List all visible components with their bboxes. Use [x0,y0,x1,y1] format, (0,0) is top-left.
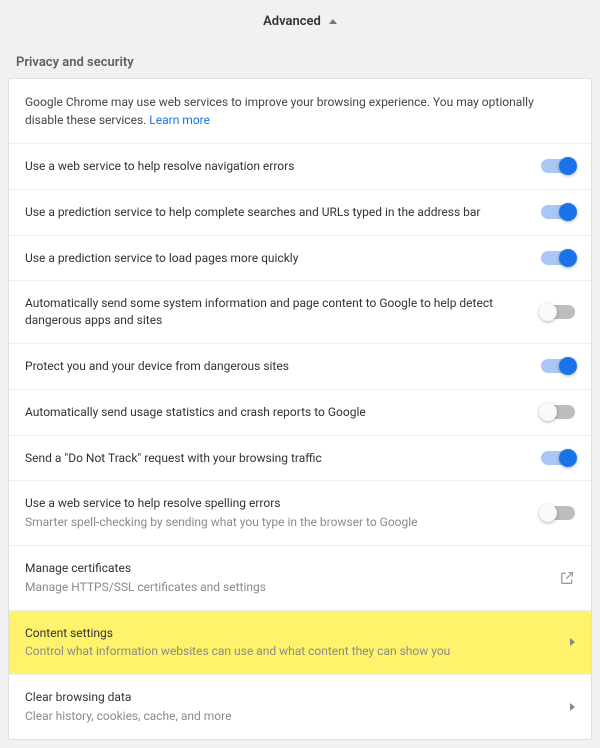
intro-text: Google Chrome may use web services to im… [9,79,591,143]
toggle-switch[interactable] [541,205,575,219]
chevron-right-icon [570,638,575,646]
chevron-right-icon [570,703,575,711]
row-label: Automatically send usage statistics and … [25,404,529,421]
toggle-switch[interactable] [541,251,575,265]
external-link-icon [559,570,575,586]
row-label: Protect you and your device from dangero… [25,358,529,375]
toggle-switch[interactable] [541,305,575,319]
toggle-switch[interactable] [541,506,575,520]
row-label: Manage certificatesManage HTTPS/SSL cert… [25,560,547,596]
toggle-switch[interactable] [541,405,575,419]
settings-row: Use a prediction service to help complet… [9,189,591,235]
privacy-card: Google Chrome may use web services to im… [8,78,592,740]
settings-row[interactable]: Clear browsing dataClear history, cookie… [9,674,591,739]
row-sublabel: Smarter spell-checking by sending what y… [25,514,529,531]
advanced-title: Advanced [263,14,321,29]
settings-row: Protect you and your device from dangero… [9,343,591,389]
toggle-switch[interactable] [541,359,575,373]
intro-body: Google Chrome may use web services to im… [25,95,534,127]
chevron-up-icon [329,19,337,24]
row-sublabel: Control what information websites can us… [25,643,558,660]
settings-row: Automatically send some system informati… [9,280,591,343]
row-label: Use a prediction service to load pages m… [25,250,529,267]
toggle-switch[interactable] [541,451,575,465]
settings-row: Send a "Do Not Track" request with your … [9,435,591,481]
row-label: Clear browsing dataClear history, cookie… [25,689,558,725]
row-label: Use a prediction service to help complet… [25,204,529,221]
row-label: Automatically send some system informati… [25,295,529,329]
row-sublabel: Manage HTTPS/SSL certificates and settin… [25,579,547,596]
toggle-switch[interactable] [541,159,575,173]
settings-row[interactable]: Manage certificatesManage HTTPS/SSL cert… [9,545,591,610]
section-title: Privacy and security [0,43,600,78]
settings-row: Use a prediction service to load pages m… [9,235,591,281]
settings-row: Use a web service to help resolve naviga… [9,143,591,189]
row-label: Use a web service to help resolve naviga… [25,158,529,175]
settings-row: Use a web service to help resolve spelli… [9,480,591,545]
advanced-header[interactable]: Advanced [0,0,600,43]
row-sublabel: Clear history, cookies, cache, and more [25,708,558,725]
row-label: Use a web service to help resolve spelli… [25,495,529,531]
row-label: Send a "Do Not Track" request with your … [25,450,529,467]
learn-more-link[interactable]: Learn more [149,113,210,127]
settings-row: Automatically send usage statistics and … [9,389,591,435]
settings-row[interactable]: Content settingsControl what information… [9,610,591,675]
row-label: Content settingsControl what information… [25,625,558,661]
